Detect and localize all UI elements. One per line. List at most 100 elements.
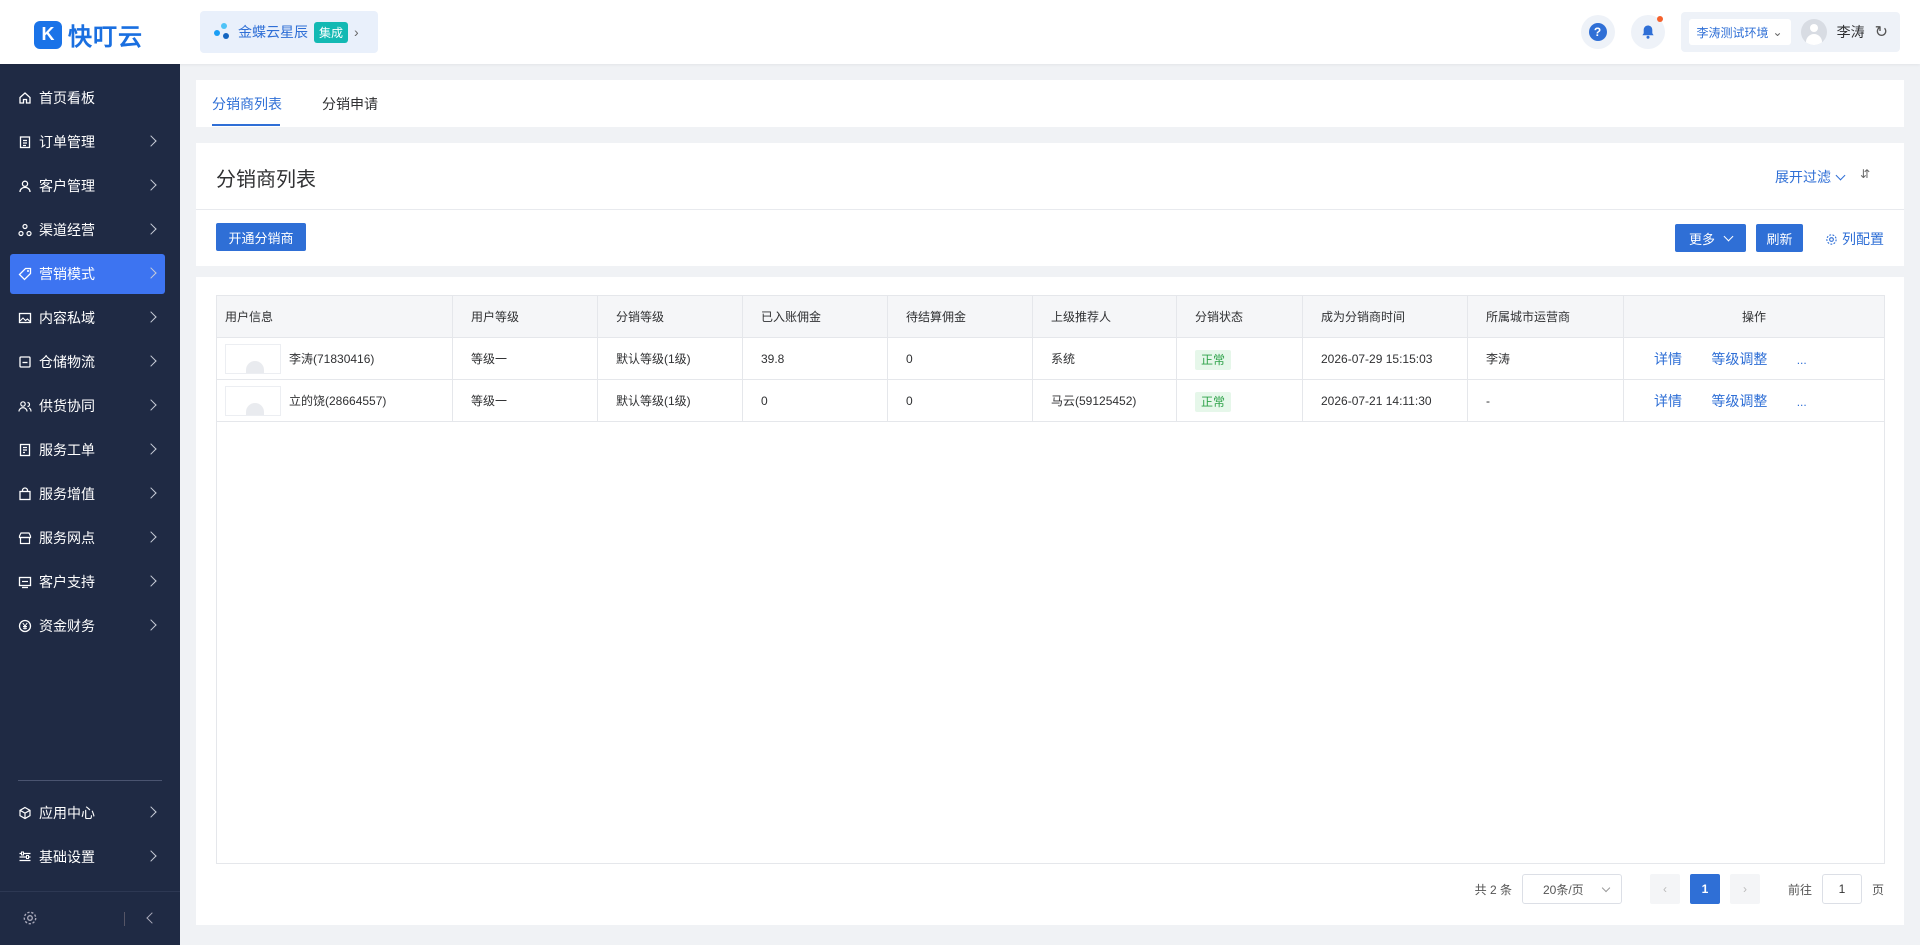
column-header: 操作 bbox=[1741, 310, 1766, 324]
column-header: 用户等级 bbox=[453, 296, 598, 338]
top-header: K 快叮云 金蝶云星辰 集成 › ? 李涛测试环境 ⌄ 李涛 ↻ bbox=[0, 0, 1920, 64]
sidebar-item-label: 渠道经营 bbox=[39, 222, 95, 238]
refresh-icon[interactable]: ↻ bbox=[1875, 22, 1888, 42]
page-size-select[interactable]: 20条/页 bbox=[1521, 874, 1622, 904]
column-config-button[interactable]: 列配置 bbox=[1825, 229, 1884, 249]
gear-icon bbox=[1826, 233, 1837, 245]
chevron-right-icon bbox=[145, 575, 157, 587]
page-title: 分销商列表 bbox=[216, 169, 316, 191]
booked-commission-cell: 39.8 bbox=[743, 338, 888, 380]
sidebar-item-finance[interactable]: 资金财务 bbox=[10, 606, 165, 646]
chevron-down-icon: ⌄ bbox=[1772, 25, 1783, 39]
expand-filter-label: 展开过滤 bbox=[1775, 169, 1831, 185]
sidebar-item-app-center[interactable]: 应用中心 bbox=[10, 793, 165, 833]
sidebar-item-dashboard[interactable]: 首页看板 bbox=[10, 78, 165, 118]
collapse-sidebar-icon[interactable] bbox=[146, 912, 158, 924]
store-icon bbox=[17, 530, 33, 546]
brand-name: 快叮云 bbox=[68, 24, 143, 51]
footer-separator bbox=[124, 912, 125, 926]
environment-select[interactable]: 李涛测试环境 ⌄ bbox=[1688, 19, 1791, 45]
sidebar-item-channels[interactable]: 渠道经营 bbox=[10, 210, 165, 250]
tab-bar: 分销商列表 分销申请 bbox=[196, 80, 1904, 127]
help-button[interactable]: ? bbox=[1580, 15, 1615, 49]
user-cell: 立的饶(28664557) bbox=[217, 380, 453, 422]
refresh-button-label: 刷新 bbox=[1766, 231, 1793, 247]
sidebar-item-marketing[interactable]: 营销模式 bbox=[10, 254, 165, 294]
active-tab-indicator bbox=[212, 124, 280, 126]
joined-time-cell: 2026-07-29 15:15:03 bbox=[1303, 338, 1468, 380]
actions-cell: 详情 等级调整 ... bbox=[1624, 380, 1884, 422]
dist-level-cell: 默认等级(1级) bbox=[598, 380, 743, 422]
next-page-button[interactable]: › bbox=[1729, 874, 1760, 904]
sidebar-item-customers[interactable]: 客户管理 bbox=[10, 166, 165, 206]
sidebar-item-label: 资金财务 bbox=[39, 618, 95, 634]
table-card: 用户信息 用户等级 分销等级 已入账佣金 待结算佣金 上级推荐人 分销状态 成为… bbox=[196, 277, 1904, 925]
brand-logo[interactable]: K 快叮云 bbox=[34, 17, 143, 52]
user-icon bbox=[17, 178, 33, 194]
detail-link[interactable]: 详情 bbox=[1654, 393, 1682, 409]
refresh-button[interactable]: 刷新 bbox=[1756, 224, 1803, 252]
tab-distribution-applications[interactable]: 分销申请 bbox=[322, 94, 378, 114]
column-header: 上级推荐人 bbox=[1033, 296, 1177, 338]
sidebar-item-content[interactable]: 内容私域 bbox=[10, 298, 165, 338]
sidebar: 首页看板 订单管理 客户管理 渠道经营 营销模式 内容私域 仓储物流 供货协同 … bbox=[0, 64, 180, 945]
user-info: 李涛(71830416) bbox=[289, 352, 375, 366]
column-header: 分销等级 bbox=[598, 296, 743, 338]
home-icon bbox=[17, 90, 33, 106]
sidebar-item-label: 首页看板 bbox=[39, 90, 95, 106]
integration-badge: 集成 bbox=[314, 21, 349, 43]
user-level-cell: 等级一 bbox=[453, 338, 598, 380]
sidebar-item-orders[interactable]: 订单管理 bbox=[10, 122, 165, 162]
level-adjust-link[interactable]: 等级调整 bbox=[1711, 351, 1767, 367]
gear-icon[interactable] bbox=[22, 910, 38, 926]
chevron-right-icon bbox=[145, 487, 157, 499]
city-operator-cell: - bbox=[1468, 380, 1624, 422]
chevron-down-icon bbox=[1723, 231, 1734, 241]
table-row: 李涛(71830416) 等级一 默认等级(1级) 39.8 0 系统 正常 2… bbox=[217, 338, 1884, 380]
sidebar-item-label: 供货协同 bbox=[39, 398, 95, 414]
goto-page-input[interactable]: 1 bbox=[1821, 874, 1862, 904]
sidebar-item-basic-settings[interactable]: 基础设置 bbox=[10, 837, 165, 877]
chevron-down-icon bbox=[1601, 883, 1611, 892]
sidebar-item-label: 仓储物流 bbox=[39, 354, 95, 370]
level-adjust-link[interactable]: 等级调整 bbox=[1711, 393, 1767, 409]
detail-link[interactable]: 详情 bbox=[1654, 351, 1682, 367]
status-badge: 正常 bbox=[1195, 391, 1232, 412]
integration-label: 金蝶云星辰 bbox=[238, 24, 308, 40]
expand-filter-button[interactable]: 展开过滤 bbox=[1775, 167, 1846, 187]
referrer-cell: 系统 bbox=[1033, 338, 1177, 380]
sort-icon[interactable]: ⇵ bbox=[1860, 167, 1870, 181]
pending-commission-cell: 0 bbox=[888, 338, 1033, 380]
more-actions-link[interactable]: ... bbox=[1797, 353, 1807, 367]
notification-button[interactable] bbox=[1630, 15, 1665, 49]
prev-page-button[interactable]: ‹ bbox=[1649, 874, 1680, 904]
more-actions-link[interactable]: ... bbox=[1797, 395, 1807, 409]
sidebar-item-label: 订单管理 bbox=[39, 134, 95, 150]
integration-switch[interactable]: 金蝶云星辰 集成 › bbox=[200, 11, 378, 53]
open-distributor-label: 开通分销商 bbox=[228, 230, 294, 246]
warehouse-icon bbox=[17, 354, 33, 370]
page-unit-label: 页 bbox=[1871, 882, 1884, 897]
chevron-right-icon bbox=[145, 135, 157, 147]
sidebar-item-warehouse[interactable]: 仓储物流 bbox=[10, 342, 165, 382]
chevron-right-icon bbox=[145, 443, 157, 455]
sidebar-item-supply[interactable]: 供货协同 bbox=[10, 386, 165, 426]
toolbar-divider bbox=[196, 209, 1904, 210]
sidebar-item-service-tickets[interactable]: 服务工单 bbox=[10, 430, 165, 470]
booked-commission-cell: 0 bbox=[743, 380, 888, 422]
user-name[interactable]: 李涛 bbox=[1837, 22, 1865, 42]
sidebar-item-service-points[interactable]: 服务网点 bbox=[10, 518, 165, 558]
user-info: 立的饶(28664557) bbox=[289, 394, 387, 408]
more-button[interactable]: 更多 bbox=[1675, 224, 1746, 252]
column-header: 成为分销商时间 bbox=[1303, 296, 1468, 338]
sidebar-item-label: 客户支持 bbox=[39, 574, 95, 590]
sidebar-item-support[interactable]: 客户支持 bbox=[10, 562, 165, 602]
sidebar-item-value-added[interactable]: 服务增值 bbox=[10, 474, 165, 514]
open-distributor-button[interactable]: 开通分销商 bbox=[216, 223, 306, 251]
chevron-right-icon bbox=[145, 355, 157, 367]
tab-distributor-list[interactable]: 分销商列表 bbox=[212, 94, 282, 114]
referrer-cell: 马云(59125452) bbox=[1033, 380, 1177, 422]
avatar[interactable] bbox=[1800, 19, 1827, 45]
page-number-current[interactable]: 1 bbox=[1689, 874, 1720, 904]
sidebar-footer bbox=[0, 891, 180, 945]
